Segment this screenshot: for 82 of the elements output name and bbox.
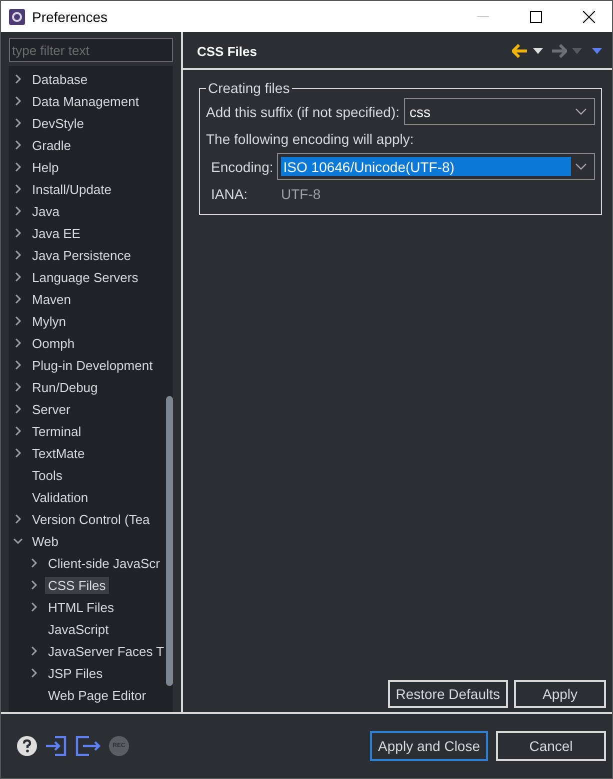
tree-item[interactable]: Mylyn	[29, 312, 69, 330]
dropdown-caret-icon[interactable]	[533, 48, 543, 54]
chevron-right-icon[interactable]	[13, 140, 23, 150]
import-icon[interactable]	[45, 736, 67, 756]
dialog-button[interactable]: Apply	[514, 680, 606, 708]
tree-item[interactable]: JSP Files	[45, 664, 106, 682]
chevron-right-icon[interactable]	[13, 162, 23, 172]
chevron-right-icon[interactable]	[13, 206, 23, 216]
field-label: IANA:	[211, 186, 249, 202]
tree-item[interactable]: Java EE	[29, 224, 84, 242]
tree-item[interactable]: Terminal	[29, 422, 84, 440]
tree-item[interactable]: JavaServer Faces T	[45, 642, 165, 660]
view-menu-icon[interactable]	[592, 48, 602, 54]
chevron-right-icon[interactable]	[13, 338, 23, 348]
encoding-dropdown[interactable]: ISO 10646/Unicode(UTF-8)	[277, 153, 595, 180]
chevron-right-icon[interactable]	[13, 74, 23, 84]
export-icon[interactable]	[75, 736, 101, 756]
tree-item[interactable]: Client-side JavaScr	[45, 554, 163, 572]
chevron-right-icon[interactable]	[29, 602, 39, 612]
dialog-button[interactable]: Restore Defaults	[388, 680, 508, 708]
chevron-right-icon[interactable]	[13, 228, 23, 238]
chevron-right-icon[interactable]	[29, 646, 39, 656]
chevron-right-icon[interactable]	[13, 118, 23, 128]
tree-item[interactable]: JavaScript	[45, 620, 112, 638]
tree-item[interactable]: TextMate	[29, 444, 88, 462]
chevron-right-icon[interactable]	[13, 404, 23, 414]
tree-item[interactable]: Java	[29, 202, 62, 220]
tree-item[interactable]: HTML Files	[45, 598, 117, 616]
chevron-down-icon[interactable]	[13, 536, 23, 546]
tree-item[interactable]: DevStyle	[29, 114, 88, 132]
page-title: CSS Files	[197, 44, 258, 58]
tree-item[interactable]: Oomph	[29, 334, 78, 352]
tree-item[interactable]: Tools	[29, 466, 66, 484]
chevron-right-icon[interactable]	[13, 250, 23, 260]
chevron-right-icon[interactable]	[13, 184, 23, 194]
tree-item[interactable]: Web	[29, 532, 62, 550]
tree-item[interactable]: Install/Update	[29, 180, 114, 198]
scrollbar-thumb[interactable]	[166, 396, 173, 686]
dialog-button[interactable]: Cancel	[496, 731, 606, 761]
field-label: Add this suffix (if not specified):	[206, 104, 400, 120]
chevron-right-icon[interactable]	[13, 360, 23, 370]
help-icon[interactable]	[17, 736, 37, 756]
tree-item[interactable]: Help	[29, 158, 62, 176]
dropdown-caret-icon[interactable]	[575, 162, 587, 170]
chevron-right-icon[interactable]	[29, 558, 39, 568]
tree-item[interactable]: Server	[29, 400, 74, 418]
close-icon[interactable]	[583, 10, 595, 22]
dialog-button[interactable]: Apply and Close	[370, 731, 488, 761]
tree-item[interactable]: Validation	[29, 488, 92, 506]
chevron-right-icon[interactable]	[13, 294, 23, 304]
gear-icon	[9, 8, 25, 24]
chevron-right-icon[interactable]	[13, 448, 23, 458]
tree-item[interactable]: Data Management	[29, 92, 142, 110]
chevron-right-icon[interactable]	[13, 272, 23, 282]
chevron-right-icon[interactable]	[29, 580, 39, 590]
tree-item[interactable]: Database	[29, 70, 91, 88]
tree-item[interactable]: CSS Files	[45, 576, 109, 594]
suffix-dropdown[interactable]: css	[404, 98, 595, 125]
tree-item[interactable]: Web Page Editor	[45, 686, 150, 704]
back-arrow-icon[interactable]	[512, 44, 528, 58]
tree-item[interactable]: Maven	[29, 290, 74, 308]
chevron-right-icon[interactable]	[13, 96, 23, 106]
window-title: Preferences	[32, 8, 108, 24]
maximize-icon[interactable]	[530, 10, 542, 22]
info-text: The following encoding will apply:	[206, 131, 414, 147]
filter-field[interactable]: type filter text	[9, 38, 173, 62]
field-label: Encoding:	[211, 158, 274, 174]
chevron-right-icon[interactable]	[13, 382, 23, 392]
dropdown-caret-icon[interactable]	[575, 108, 587, 116]
tree-item[interactable]: Gradle	[29, 136, 74, 154]
tree-item[interactable]: Version Control (Tea	[29, 510, 153, 528]
tree-item[interactable]: Plug-in Development	[29, 356, 156, 374]
group-title: Creating files	[207, 80, 291, 96]
chevron-right-icon[interactable]	[13, 514, 23, 524]
tree-item[interactable]: Java Persistence	[29, 246, 134, 264]
field-value: UTF-8	[281, 186, 321, 202]
forward-arrow-icon[interactable]	[551, 44, 567, 58]
chevron-right-icon[interactable]	[13, 316, 23, 326]
tree-item[interactable]: Language Servers	[29, 268, 142, 286]
chevron-right-icon[interactable]	[29, 668, 39, 678]
chevron-right-icon[interactable]	[13, 426, 23, 436]
tree-item[interactable]: Run/Debug	[29, 378, 101, 396]
